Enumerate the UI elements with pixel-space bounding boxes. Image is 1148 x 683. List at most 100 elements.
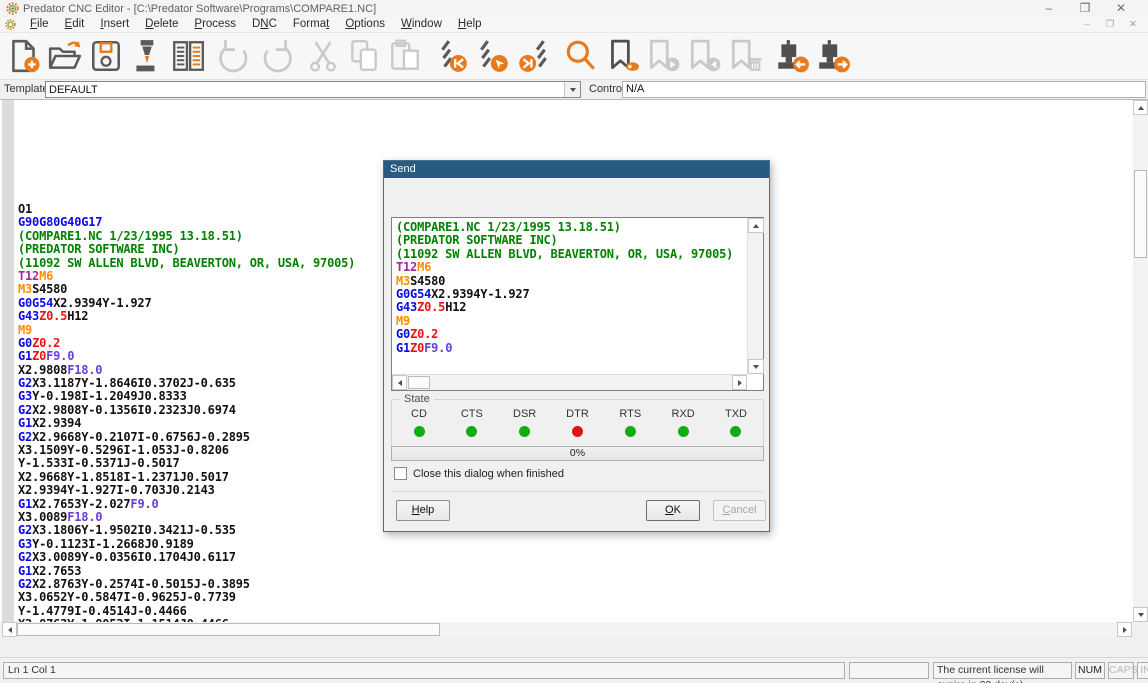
bookmark-next-button xyxy=(642,34,683,78)
goto-cursor-button[interactable] xyxy=(472,34,513,78)
minimize-icon[interactable]: – xyxy=(1038,1,1060,16)
indicator-dot xyxy=(625,426,636,437)
receive-dnc-icon xyxy=(773,38,811,74)
save-file-button[interactable] xyxy=(85,34,126,78)
scroll-right-icon[interactable] xyxy=(732,375,747,390)
scroll-left-icon[interactable] xyxy=(2,622,17,637)
send-dnc-button[interactable] xyxy=(812,34,853,78)
code-line: G1X2.7653Y-2.027F9.0 xyxy=(18,498,355,511)
indicator-dot xyxy=(678,426,689,437)
mdi-restore-icon[interactable]: ❐ xyxy=(1103,18,1117,31)
menu-item-delete[interactable]: Delete xyxy=(137,17,186,32)
control-field[interactable]: N/A xyxy=(622,81,1146,98)
send-preview-code: (COMPARE1.NC 1/23/1995 13.18.51)(PREDATO… xyxy=(396,221,746,373)
code-line: G43Z0.5H12 xyxy=(18,310,355,323)
indicator-label: CD xyxy=(398,408,440,420)
code-line: T12M6 xyxy=(18,270,355,283)
send-dialog: Send (COMPARE1.NC 1/23/1995 13.18.51)(PR… xyxy=(383,160,770,532)
indicator-dot xyxy=(730,426,741,437)
bookmark-next-icon xyxy=(645,38,681,74)
state-groupbox: State CDCTSDSRDTRRTSRXDTXD xyxy=(391,399,764,453)
code-line: G2X3.0089Y-0.0356I0.1704J0.6117 xyxy=(18,551,355,564)
bookmark-delete-button xyxy=(724,34,765,78)
state-indicator-rts: RTS xyxy=(609,408,651,437)
dialog-horizontal-scrollbar[interactable] xyxy=(392,374,747,390)
code-line: X3.0652Y-0.5847I-0.9625J-0.7739 xyxy=(18,591,355,604)
find-button[interactable] xyxy=(560,34,601,78)
help-button[interactable]: Help xyxy=(396,500,450,521)
dialog-vertical-scrollbar[interactable] xyxy=(747,218,763,374)
backplot-button[interactable] xyxy=(126,34,167,78)
document-system-menu-icon[interactable] xyxy=(5,19,16,30)
mdi-close-icon[interactable]: ✕ xyxy=(1126,18,1140,31)
window-lower-strip xyxy=(0,637,1148,657)
menu-item-format[interactable]: Format xyxy=(285,17,337,32)
indicator-dot xyxy=(519,426,530,437)
template-dropdown-button[interactable] xyxy=(564,82,580,97)
horizontal-scroll-thumb[interactable] xyxy=(17,623,440,636)
scroll-down-icon[interactable] xyxy=(1133,607,1148,622)
new-file-button[interactable] xyxy=(3,34,44,78)
template-dropdown[interactable]: DEFAULT xyxy=(45,81,581,98)
menu-item-insert[interactable]: Insert xyxy=(92,17,137,32)
editor-selection-margin xyxy=(2,100,14,622)
code-line: G1X2.7653 xyxy=(18,565,355,578)
close-when-finished-checkbox[interactable] xyxy=(394,467,407,480)
code-line: M3S4580 xyxy=(18,283,355,296)
goto-start-button[interactable] xyxy=(431,34,472,78)
paste-button xyxy=(384,34,425,78)
code-line: G0G54X2.9394Y-1.927 xyxy=(396,288,746,301)
scroll-up-icon[interactable] xyxy=(748,218,764,233)
menu-item-help[interactable]: Help xyxy=(450,17,490,32)
open-file-icon xyxy=(47,38,83,74)
mdi-minimize-icon[interactable]: – xyxy=(1080,18,1094,31)
horizontal-scroll-thumb[interactable] xyxy=(408,376,430,389)
menu-item-dnc[interactable]: DNC xyxy=(244,17,285,32)
vertical-scroll-thumb[interactable] xyxy=(1134,170,1147,258)
code-line: G2X2.8763Y-0.2574I-0.5015J-0.3895 xyxy=(18,578,355,591)
editor-vertical-scrollbar[interactable] xyxy=(1133,100,1148,622)
code-line: T12M6 xyxy=(396,261,746,274)
bookmark-add-icon xyxy=(604,38,640,74)
goto-cursor-icon xyxy=(475,38,511,74)
control-label: Control xyxy=(589,83,624,95)
menu-item-process[interactable]: Process xyxy=(186,17,244,32)
ok-button[interactable]: OK xyxy=(646,500,700,521)
code-line: O1 xyxy=(18,203,355,216)
code-line: (PREDATOR SOFTWARE INC) xyxy=(18,243,355,256)
scroll-up-icon[interactable] xyxy=(1133,100,1148,115)
cut-button xyxy=(302,34,343,78)
scroll-right-icon[interactable] xyxy=(1117,622,1132,637)
open-file-button[interactable] xyxy=(44,34,85,78)
receive-dnc-button[interactable] xyxy=(771,34,812,78)
goto-end-button[interactable] xyxy=(513,34,554,78)
state-indicator-cts: CTS xyxy=(451,408,493,437)
undo-button xyxy=(214,34,255,78)
menu-item-file[interactable]: File xyxy=(22,17,57,32)
menu-item-options[interactable]: Options xyxy=(337,17,393,32)
goto-end-icon xyxy=(516,38,552,74)
scroll-left-icon[interactable] xyxy=(392,375,407,390)
new-file-icon xyxy=(6,38,42,74)
save-file-icon xyxy=(88,38,124,74)
menu-item-edit[interactable]: Edit xyxy=(57,17,93,32)
code-line: (COMPARE1.NC 1/23/1995 13.18.51) xyxy=(18,230,355,243)
menu-item-window[interactable]: Window xyxy=(393,17,450,32)
send-preview-textarea[interactable]: (COMPARE1.NC 1/23/1995 13.18.51)(PREDATO… xyxy=(391,217,764,391)
scroll-down-icon[interactable] xyxy=(748,359,764,374)
send-dialog-title[interactable]: Send xyxy=(384,161,769,178)
close-when-finished-row: Close this dialog when finished xyxy=(394,467,564,480)
state-indicator-dtr: DTR xyxy=(556,408,598,437)
editor-horizontal-scrollbar[interactable] xyxy=(0,622,1133,637)
code-line: G0G54X2.9394Y-1.927 xyxy=(18,297,355,310)
restore-icon[interactable]: ❐ xyxy=(1074,1,1096,16)
close-icon[interactable]: ✕ xyxy=(1110,1,1132,16)
bookmark-toggle-button[interactable] xyxy=(601,34,642,78)
caps-lock-indicator: CAPS xyxy=(1108,662,1134,679)
goto-start-icon xyxy=(434,38,470,74)
copy-button xyxy=(343,34,384,78)
code-line: G2X2.9668Y-0.2107I-0.6756J-0.2895 xyxy=(18,431,355,444)
search-icon xyxy=(563,38,599,74)
compare-button[interactable] xyxy=(167,34,208,78)
cursor-position-status: Ln 1 Col 1 xyxy=(3,662,845,679)
